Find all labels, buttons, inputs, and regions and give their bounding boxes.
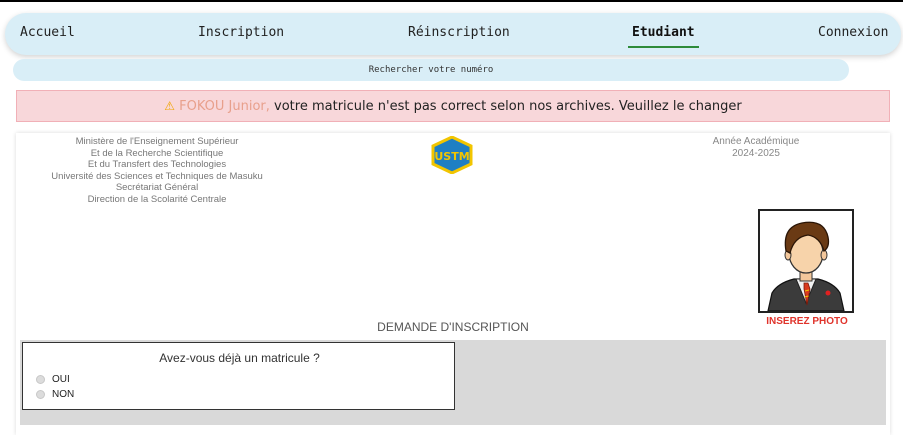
ministry-line: Université des Sciences et Techniques de… [51, 170, 263, 182]
top-border [0, 0, 903, 2]
ministry-line: Et de la Recherche Scientifique [90, 147, 224, 159]
registration-form-card: Ministère de l'Enseignement Supérieur Et… [16, 133, 890, 435]
ministry-line: Ministère de l'Enseignement Supérieur [75, 136, 239, 147]
alert-message: votre matricule n'est pas correct selon … [274, 99, 742, 114]
matricule-question: Avez-vous déjà un matricule ? [159, 351, 320, 365]
university-logo: USTM [431, 136, 473, 174]
active-tab-underline [628, 46, 699, 48]
ministry-line: Direction de la Scolarité Centrale [87, 193, 227, 205]
academic-year-label: Année Académique [712, 136, 800, 147]
nav-etudiant-label: Etudiant [632, 25, 695, 40]
radio-oui-label: OUI [52, 374, 70, 385]
academic-year: Année Académique 2024-2025 [676, 136, 836, 160]
ministry-header: Ministère de l'Enseignement Supérieur Et… [16, 136, 298, 205]
ministry-line: Secrétariat Général [115, 182, 199, 193]
logo-text: USTM [434, 150, 469, 163]
main-navbar: Accueil Inscription Réinscription Etudia… [5, 13, 901, 55]
matricule-alert: ⚠ FOKOU Junior, votre matricule n'est pa… [16, 90, 890, 122]
form-title: DEMANDE D'INSCRIPTION [377, 320, 529, 334]
nav-connexion[interactable]: Connexion [818, 25, 888, 40]
nav-etudiant[interactable]: Etudiant [628, 25, 699, 48]
form-section: Avez-vous déjà un matricule ? OUI NON [20, 340, 886, 425]
nav-inscription[interactable]: Inscription [198, 25, 284, 40]
radio-non-circle[interactable] [36, 390, 45, 399]
nav-reinscription[interactable]: Réinscription [408, 25, 510, 40]
radio-oui-circle[interactable] [36, 375, 45, 384]
matricule-question-box: Avez-vous déjà un matricule ? OUI NON [22, 342, 455, 410]
alert-student-name: FOKOU Junior, [179, 99, 270, 114]
radio-non-label: NON [52, 389, 75, 400]
warning-icon: ⚠ [164, 99, 175, 113]
search-number-button[interactable]: Rechercher votre numéro [13, 59, 849, 81]
ministry-line: Et du Transfert des Technologies [87, 159, 227, 170]
academic-year-value: 2024-2025 [732, 148, 780, 159]
photo-upload-frame[interactable] [758, 209, 854, 313]
avatar-placeholder-icon [767, 221, 845, 312]
nav-accueil[interactable]: Accueil [20, 25, 75, 40]
